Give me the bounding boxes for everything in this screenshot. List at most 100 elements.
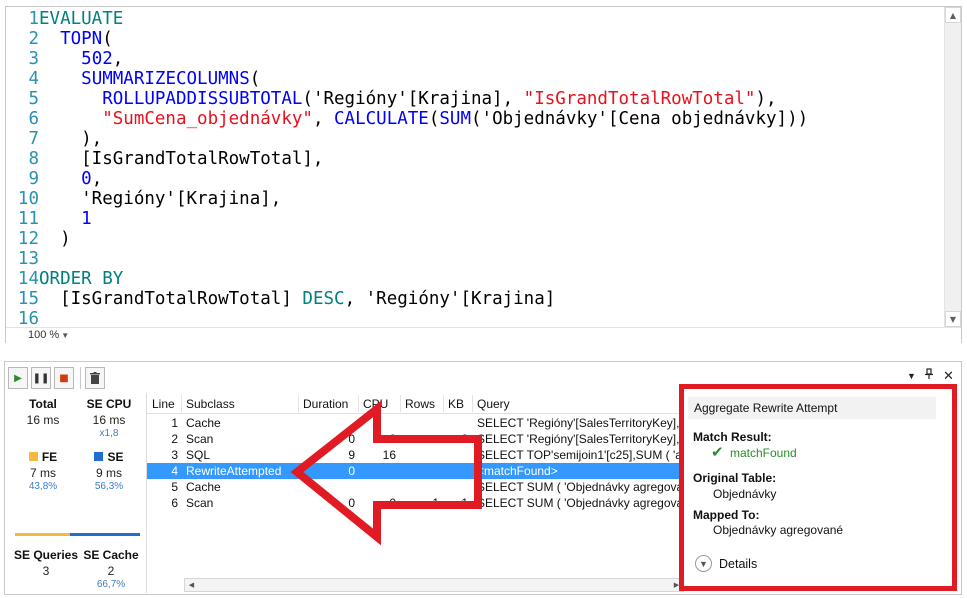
- se-label: SE: [107, 450, 124, 464]
- details-toggle-label[interactable]: Details: [719, 557, 757, 571]
- col-header-query[interactable]: Query: [477, 397, 510, 411]
- code-line[interactable]: 8 [IsGrandTotalRowTotal],: [6, 149, 936, 169]
- mapped-to-value: Objednávky agregované: [713, 523, 844, 537]
- expand-details-icon[interactable]: ▼: [695, 555, 712, 572]
- col-header-kb[interactable]: KB: [448, 397, 464, 411]
- col-header-line[interactable]: Line: [152, 397, 175, 411]
- se-bar-segment: [70, 533, 140, 536]
- clear-button[interactable]: [85, 367, 105, 389]
- line-number: 11: [17, 209, 39, 229]
- stop-icon: ■: [59, 372, 69, 384]
- line-number: 2: [28, 29, 39, 49]
- scroll-down-icon[interactable]: ▼: [945, 311, 961, 327]
- original-table-value: Objednávky: [713, 487, 777, 501]
- close-icon[interactable]: ✕: [943, 368, 954, 384]
- code-line[interactable]: 12 ): [6, 229, 936, 249]
- trash-icon: [90, 372, 100, 384]
- col-header-duration[interactable]: Duration: [303, 397, 348, 411]
- stop-trace-button[interactable]: ■: [54, 367, 74, 389]
- code-token: ,: [112, 49, 124, 69]
- table-row[interactable]: 5 Cache SELECT SUM ( 'Objednávky agregovan…: [147, 479, 686, 495]
- code-line[interactable]: 10 'Regióny'[Krajina],: [6, 189, 936, 209]
- code-line[interactable]: 2 TOPN(: [6, 29, 936, 49]
- cell-line: 5: [171, 480, 178, 494]
- se-queries-value: 3: [42, 564, 50, 578]
- code-line[interactable]: 15 [IsGrandTotalRowTotal] DESC, 'Regióny…: [6, 289, 936, 309]
- code-line[interactable]: 5 ROLLUPADDISSUBTOTAL('Regióny'[Krajina]…: [6, 89, 936, 109]
- col-header-subclass[interactable]: Subclass: [186, 397, 235, 411]
- mapped-to-label: Mapped To:: [693, 508, 760, 522]
- line-number: 9: [28, 169, 39, 189]
- code-line[interactable]: 11 1: [6, 209, 936, 229]
- secpu-ratio: x1,8: [99, 428, 119, 439]
- fe-value: 7 ms: [29, 466, 56, 480]
- code-token: ),: [755, 89, 777, 109]
- query-editor[interactable]: 1EVALUATE 2 TOPN(3 502, 4 SUMMARIZECOLUMNS…: [5, 6, 962, 343]
- code-line[interactable]: 3 502,: [6, 49, 936, 69]
- cell-kb: 1: [461, 496, 468, 510]
- se-cache-stat: SE Cache 2 66,7%: [81, 548, 141, 590]
- code-line[interactable]: 14ORDER BY: [6, 269, 936, 289]
- code-line[interactable]: 6 "SumCena_objednávky", CALCULATE(SUM('O…: [6, 109, 936, 129]
- code-token: SUMMARIZECOLUMNS: [81, 69, 250, 89]
- code-token: ,: [91, 169, 103, 189]
- code-token: ORDER BY: [39, 269, 124, 289]
- code-line[interactable]: 13: [6, 249, 936, 269]
- code-area[interactable]: 1EVALUATE 2 TOPN(3 502, 4 SUMMARIZECOLUMNS…: [6, 9, 936, 329]
- line-number: 3: [28, 49, 39, 69]
- cell-duration: 9: [348, 448, 355, 462]
- grid-horizontal-scrollbar[interactable]: ◀ ▶: [184, 578, 684, 592]
- run-trace-button[interactable]: ▶: [8, 367, 28, 389]
- checkmark-icon: ✔: [711, 444, 724, 461]
- line-number: 4: [28, 69, 39, 89]
- chevron-down-icon: ▼: [61, 331, 70, 340]
- table-row[interactable]: 2 Scan 0 0 2 SELECT 'Regióny'[SalesTerritoryK…: [147, 431, 686, 447]
- line-number: 6: [28, 109, 39, 129]
- col-header-rows[interactable]: Rows: [405, 397, 435, 411]
- pause-icon: ❚❚: [32, 372, 50, 384]
- zoom-selector[interactable]: 100 % ▼: [28, 329, 69, 341]
- cell-line: 1: [171, 416, 178, 430]
- cell-cpu: 0: [389, 432, 396, 446]
- event-details-panel: Aggregate Rewrite Attempt Match Result: …: [679, 384, 957, 591]
- table-row[interactable]: 3 SQL 9 16 SELECT TOP'semijoin1'[c25],SUM ( …: [147, 447, 686, 463]
- code-line[interactable]: 9 0,: [6, 169, 936, 189]
- code-token: ),: [39, 129, 103, 149]
- cell-duration: 0: [348, 432, 355, 446]
- scroll-left-icon[interactable]: ◀: [185, 579, 198, 591]
- code-line[interactable]: 7 ),: [6, 129, 936, 149]
- line-number: 1: [28, 9, 39, 29]
- pause-trace-button[interactable]: ❚❚: [31, 367, 51, 389]
- table-row[interactable]: 1 Cache SELECT 'Regióny'[SalesTerritoryKey…: [147, 415, 686, 431]
- line-number: 10: [17, 189, 39, 209]
- code-line[interactable]: 4 SUMMARIZECOLUMNS(: [6, 69, 936, 89]
- code-token: 502: [81, 49, 113, 69]
- col-header-cpu[interactable]: CPU: [363, 397, 388, 411]
- cell-subclass: Scan: [186, 432, 214, 446]
- table-row[interactable]: 6 Scan 0 0 1 1 SELECT SUM ( 'Objednávky agrego…: [147, 495, 686, 511]
- se-queries-label: SE Queries: [13, 548, 79, 562]
- secpu-label: SE CPU: [86, 397, 132, 411]
- code-token: EVALUATE: [39, 9, 124, 29]
- code-token: (: [428, 109, 440, 129]
- pane-menu-icon[interactable]: ▼: [907, 371, 916, 381]
- code-token: CALCULATE: [334, 109, 429, 129]
- code-token: ): [39, 229, 71, 249]
- total-label: Total: [29, 397, 57, 411]
- table-row[interactable]: 4 RewriteAttempted 0 <matchFound>: [147, 463, 686, 479]
- line-number: 7: [28, 129, 39, 149]
- cell-subclass: RewriteAttempted: [186, 464, 282, 478]
- cell-subclass: Scan: [186, 496, 214, 510]
- pin-icon[interactable]: [924, 368, 934, 383]
- code-line[interactable]: 16: [6, 309, 936, 329]
- code-line[interactable]: 1EVALUATE: [6, 9, 936, 29]
- scroll-up-icon[interactable]: ▲: [945, 7, 961, 23]
- editor-vertical-scrollbar[interactable]: ▲ ▼: [944, 7, 961, 327]
- se-events-grid[interactable]: Line Subclass Duration CPU Rows KB Query…: [146, 393, 686, 593]
- fe-se-ratio-bar: [15, 533, 140, 536]
